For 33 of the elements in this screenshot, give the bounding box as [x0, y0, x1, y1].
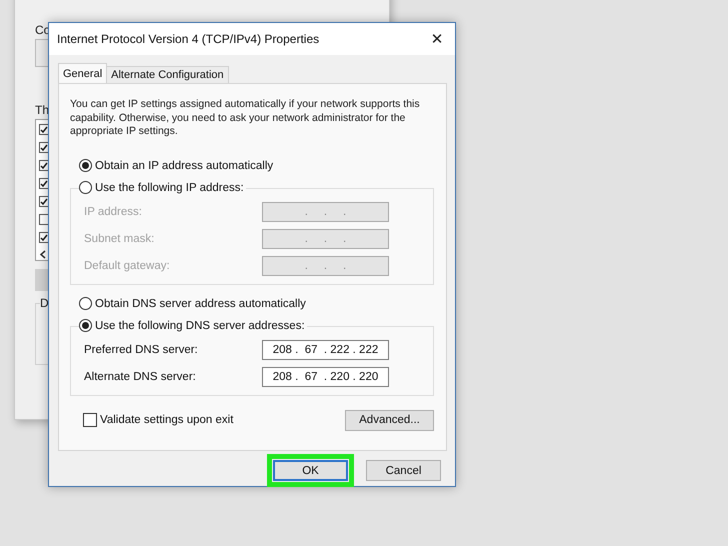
dialog-button[interactable]: Cancel	[366, 460, 441, 481]
advanced-button[interactable]: Advanced...	[345, 410, 434, 430]
checkbox[interactable]	[83, 413, 97, 427]
radio-option[interactable]: Use the following DNS server addresses:	[79, 316, 307, 334]
ip-address-field[interactable]: 208 . 67 . 220 . 220	[262, 366, 389, 386]
tab[interactable]: Alternate Configuration	[106, 66, 229, 83]
field-label: Preferred DNS server:	[84, 344, 198, 356]
radio-button[interactable]	[79, 159, 92, 172]
field-label: Subnet mask:	[84, 232, 154, 244]
close-button[interactable]: ✕	[419, 24, 455, 54]
checkbox[interactable]	[39, 142, 49, 153]
checkbox[interactable]	[39, 214, 49, 225]
dialog-button[interactable]: OK	[273, 460, 348, 481]
field-label: Alternate DNS server:	[84, 370, 196, 382]
radio-button[interactable]	[79, 181, 92, 194]
scroll-left-icon[interactable]	[39, 250, 47, 259]
validate-checkbox[interactable]: Validate settings upon exit	[83, 413, 234, 427]
checkbox[interactable]	[39, 160, 49, 171]
intro-text: You can get IP settings assigned automatically if your network supports this capability. Otherwise, you need to ask your network administrator for the appropriate IP settings.	[70, 98, 421, 138]
checkbox[interactable]	[39, 124, 49, 135]
ip-address-field[interactable]: 208 . 67 . 222 . 222	[262, 340, 389, 360]
radio-option[interactable]: Obtain DNS server address automatically	[79, 294, 308, 312]
radio-button[interactable]	[79, 297, 92, 310]
radio-option[interactable]: Obtain an IP address automatically	[79, 156, 276, 174]
tab[interactable]: General	[58, 63, 108, 83]
window-title: Internet Protocol Version 4 (TCP/IPv4) Properties	[57, 32, 320, 46]
radio-option[interactable]: Use the following IP address:	[79, 178, 246, 196]
radio-button[interactable]	[79, 319, 92, 332]
checkbox[interactable]	[39, 196, 49, 207]
checkbox[interactable]	[39, 178, 49, 189]
field-label: Default gateway:	[84, 260, 170, 272]
checkbox[interactable]	[39, 232, 49, 243]
field-label: IP address:	[84, 206, 142, 218]
